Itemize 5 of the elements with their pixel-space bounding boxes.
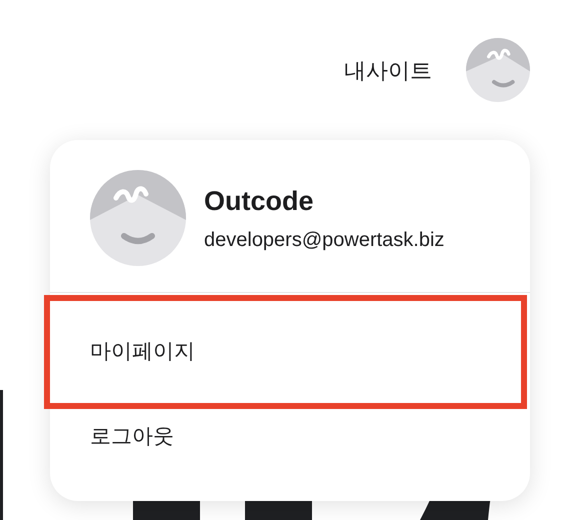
profile-name: Outcode	[204, 184, 315, 218]
site-link[interactable]: 내사이트	[344, 54, 432, 86]
profile-email: developers@powertask.biz	[204, 228, 444, 254]
menu-item[interactable]: 로그아웃	[50, 409, 530, 465]
menu-item[interactable]: 마이페이지	[44, 295, 527, 409]
